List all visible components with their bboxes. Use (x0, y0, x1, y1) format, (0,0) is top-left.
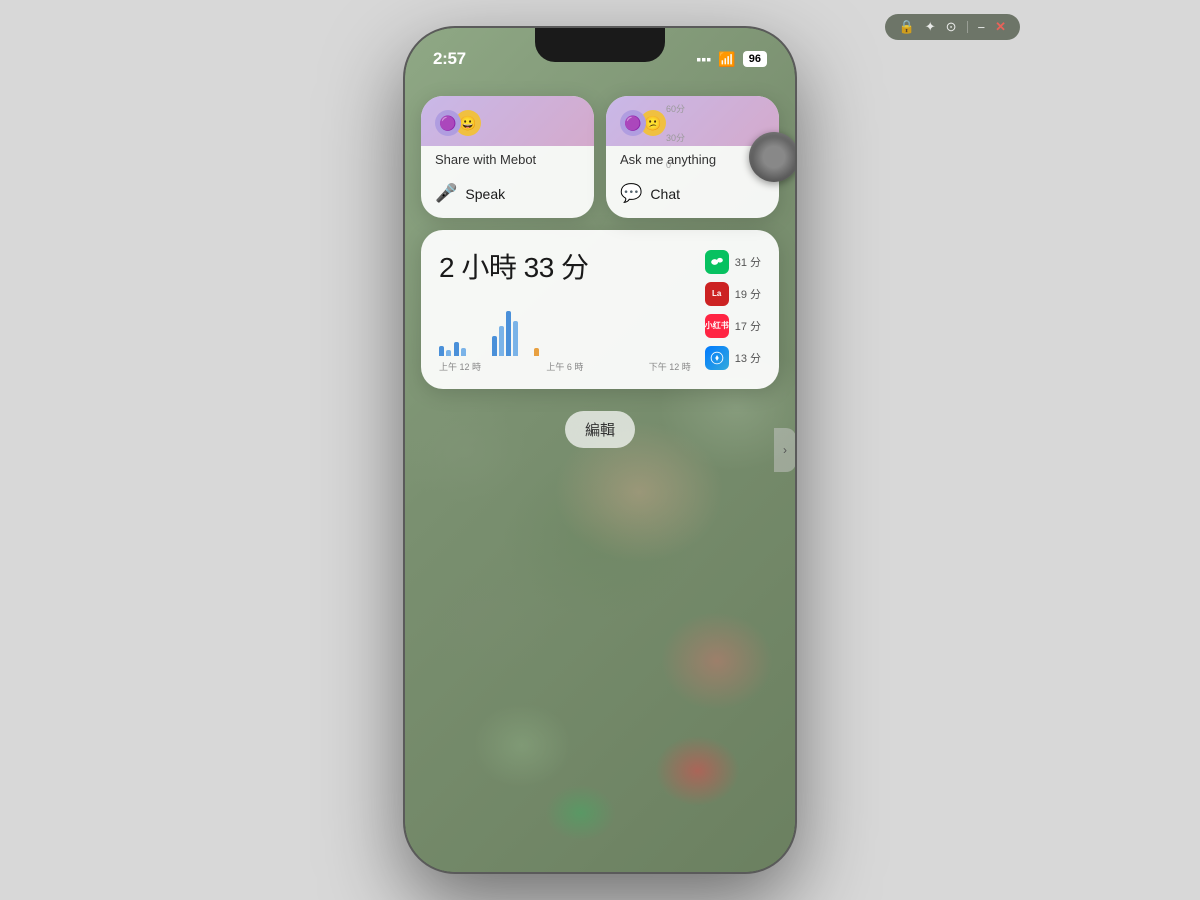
bar-group-noon (534, 348, 539, 356)
speak-label: Speak (465, 186, 505, 202)
y-label-0: 0 (666, 160, 685, 170)
app-stat-wechat: 31 分 (705, 250, 761, 274)
chat-icon: 💬 (620, 183, 642, 204)
battery-indicator: 96 (743, 51, 767, 67)
bar-group-midnight (439, 346, 451, 356)
xiaohongshu-icon: 小红书 (705, 314, 729, 338)
y-label-30: 30分 (666, 131, 685, 144)
widget-ask-header: 🟣 😕 (606, 96, 779, 146)
xiaohongshu-minutes: 17 分 (735, 318, 761, 334)
bar (439, 346, 444, 356)
phone-frame: 2:57 ▪▪▪ 📶 96 › 🟣 😀 (405, 28, 795, 872)
speak-icon: 🎤 (435, 183, 457, 204)
screen-time-total: 2 小時 33 分 (439, 246, 691, 286)
app-stat-safari: 13 分 (705, 346, 761, 370)
bar (446, 350, 451, 356)
lock-icon[interactable]: 🔒 (899, 19, 915, 35)
avatar-group: 🟣 😀 (435, 110, 481, 136)
wechat-minutes: 31 分 (735, 254, 761, 270)
widget-share-header: 🟣 😀 (421, 96, 594, 146)
label-noon: 下午 12 時 (649, 360, 691, 373)
bar (499, 326, 504, 356)
window-chrome: 🔒 ✦ ⊙ − ✕ (885, 14, 1021, 40)
avatar-purple-2: 🟣 (620, 110, 646, 136)
widget-share-body: 🎤 Speak (421, 171, 594, 218)
bar (492, 336, 497, 356)
signal-icon: ▪▪▪ (696, 51, 711, 67)
y-label-60: 60分 (666, 102, 685, 115)
app-stat-xiaohongshu: 小红书 17 分 (705, 314, 761, 338)
star-icon[interactable]: ✦ (925, 19, 936, 35)
notch (535, 28, 665, 62)
safari-minutes: 13 分 (735, 350, 761, 366)
phone-screen: 2:57 ▪▪▪ 📶 96 › 🟣 😀 (405, 28, 795, 872)
screen-time-left: 2 小時 33 分 (439, 246, 691, 373)
app-stat-lala: La 19 分 (705, 282, 761, 306)
lala-icon: La (705, 282, 729, 306)
widget-ask-body: 💬 Chat (606, 171, 779, 218)
bar-group-morning (454, 342, 466, 356)
status-icons: ▪▪▪ 📶 96 (696, 51, 767, 68)
avatar-purple: 🟣 (435, 110, 461, 136)
bar (461, 348, 466, 356)
wechat-icon (705, 250, 729, 274)
widget-share-mebot[interactable]: 🟣 😀 Share with Mebot 🎤 Speak (421, 96, 594, 218)
bar-group-6am (492, 311, 518, 356)
screen-time-labels: 上午 12 時 上午 6 時 下午 12 時 (439, 360, 691, 373)
scroll-arrow[interactable]: › (774, 428, 795, 472)
screen-time-right: 60分 30分 0 31 分 La 19 分 (705, 246, 761, 373)
safari-icon (705, 346, 729, 370)
y-axis: 60分 30分 0 (666, 102, 685, 170)
label-6am: 上午 6 時 (546, 360, 583, 373)
lala-minutes: 19 分 (735, 286, 761, 302)
bar (534, 348, 539, 356)
widgets-row: 🟣 😀 Share with Mebot 🎤 Speak (421, 96, 779, 218)
screen-time-widget[interactable]: 2 小時 33 分 (421, 230, 779, 389)
avatar-group-2: 🟣 😕 (620, 110, 666, 136)
wifi-icon: 📶 (718, 51, 735, 68)
status-time: 2:57 (433, 49, 466, 69)
screen-time-chart (439, 296, 691, 356)
chat-label: Chat (650, 186, 680, 202)
share-icon[interactable]: ⊙ (946, 19, 957, 35)
widget-share-title: Share with Mebot (421, 146, 594, 171)
bar (506, 311, 511, 356)
bar (513, 321, 518, 356)
edit-button[interactable]: 編輯 (565, 411, 635, 448)
bar (454, 342, 459, 356)
chrome-divider (967, 21, 968, 33)
close-icon[interactable]: ✕ (995, 19, 1006, 35)
label-midnight: 上午 12 時 (439, 360, 481, 373)
minimize-icon[interactable]: − (978, 20, 986, 35)
spinner-knob (749, 132, 795, 182)
widgets-area: 🟣 😀 Share with Mebot 🎤 Speak (405, 86, 795, 448)
widget-ask-container: 🟣 😕 Ask me anything 💬 Chat (606, 96, 779, 218)
